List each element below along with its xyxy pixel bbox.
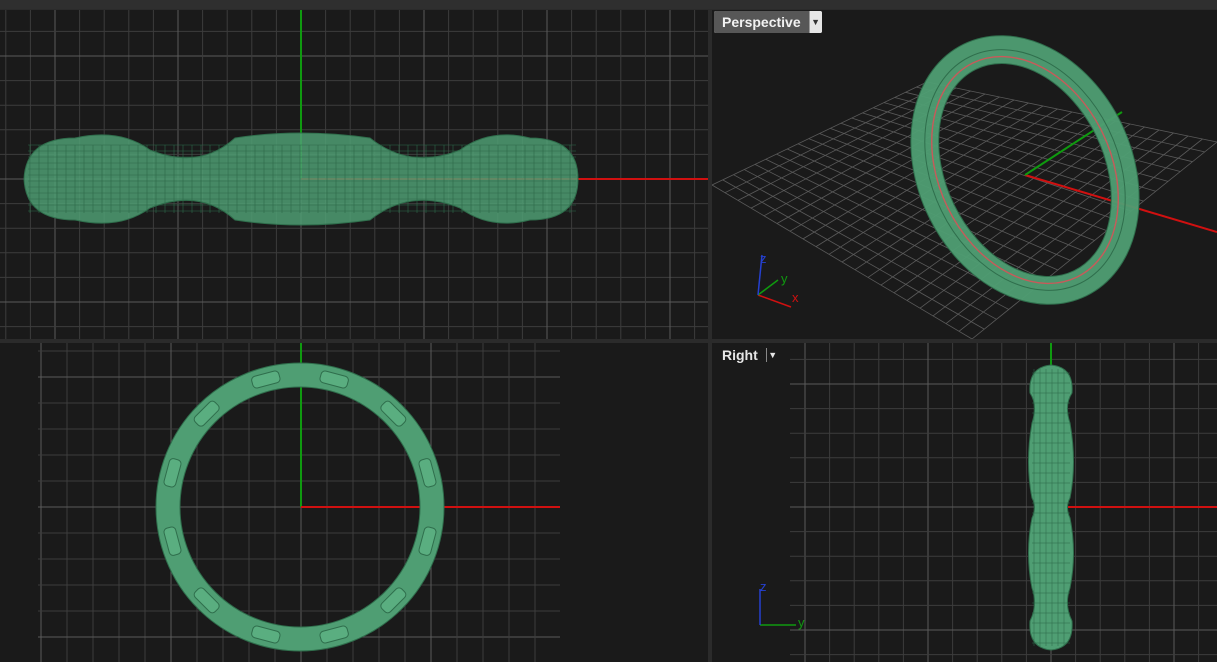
- z-axis-label: z: [760, 251, 767, 266]
- y-axis-label: y: [798, 615, 805, 630]
- viewport-perspective[interactable]: x y z Perspective ▼: [712, 10, 1217, 339]
- right-viewport-tab[interactable]: Right ▼: [714, 344, 779, 366]
- construction-grid: [38, 343, 560, 662]
- viewport-front[interactable]: [0, 343, 708, 662]
- bangle-object-right[interactable]: [1028, 364, 1074, 651]
- construction-grid: [790, 343, 1217, 662]
- axis-triad: y z: [759, 579, 805, 630]
- viewport-top[interactable]: [0, 10, 708, 339]
- x-axis-label: x: [792, 290, 799, 305]
- perspective-viewport-tab[interactable]: Perspective ▼: [714, 11, 822, 33]
- dropdown-arrow-icon[interactable]: ▼: [808, 11, 822, 33]
- right-view-canvas[interactable]: y z: [712, 343, 1217, 662]
- z-axis-label: z: [760, 579, 767, 594]
- viewport-title[interactable]: Right: [714, 344, 766, 366]
- top-toolbar-strip: [0, 0, 1217, 9]
- viewport-title[interactable]: Perspective: [714, 11, 809, 33]
- dropdown-arrow-icon[interactable]: ▼: [765, 348, 779, 362]
- axis-triad: x y z: [757, 251, 799, 308]
- y-axis-label: y: [781, 271, 788, 286]
- viewport-right[interactable]: y z Right ▼: [712, 343, 1217, 662]
- front-view-canvas[interactable]: [0, 343, 708, 662]
- perspective-canvas[interactable]: x y z: [712, 10, 1217, 339]
- top-view-canvas[interactable]: [0, 10, 708, 339]
